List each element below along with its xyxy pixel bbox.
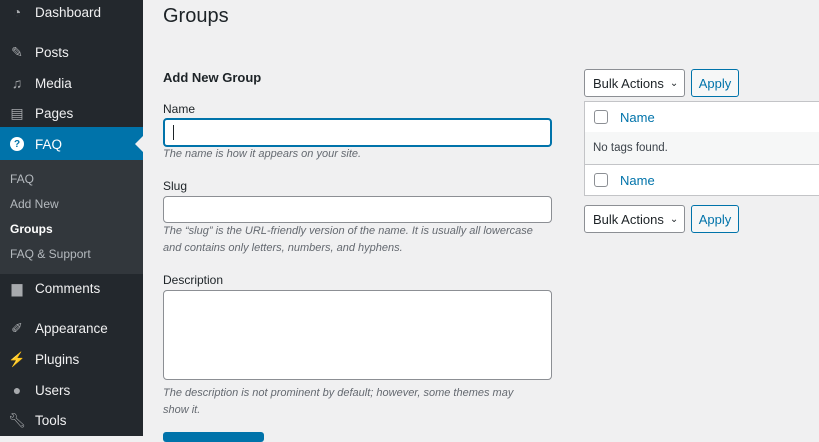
- submenu-faq[interactable]: FAQ: [10, 172, 34, 186]
- menu-pages[interactable]: ▤ Pages: [0, 96, 143, 130]
- bulk-actions-select-top[interactable]: Bulk Actions ⌄: [584, 69, 685, 97]
- menu-faq[interactable]: ? FAQ: [0, 127, 143, 161]
- apply-button-bottom[interactable]: Apply: [691, 205, 739, 233]
- empty-row: No tags found.: [584, 132, 819, 165]
- name-column-header[interactable]: Name: [620, 110, 655, 125]
- menu-media[interactable]: ♫ Media: [0, 66, 143, 100]
- menu-tools[interactable]: 🔧︎ Tools: [0, 403, 143, 437]
- menu-plugins[interactable]: ⚡ Plugins: [0, 342, 143, 376]
- submenu-faq-support[interactable]: FAQ & Support: [10, 247, 91, 261]
- table-header-row: Name: [584, 101, 819, 133]
- chevron-down-icon: ⌄: [669, 77, 679, 89]
- brush-icon: ✐: [11, 319, 23, 336]
- menu-users[interactable]: ● Users: [0, 373, 143, 407]
- submenu-groups[interactable]: Groups: [10, 222, 53, 236]
- add-new-group-button[interactable]: [163, 432, 264, 442]
- menu-dashboard[interactable]: ◔ Dashboard: [0, 0, 143, 29]
- dashboard-icon: ◔: [12, 4, 22, 20]
- text-cursor: [173, 125, 174, 140]
- name-help: The name is how it appears on your site.: [163, 148, 362, 160]
- apply-button-top[interactable]: Apply: [691, 69, 739, 97]
- name-column-footer[interactable]: Name: [620, 173, 655, 188]
- user-icon: ●: [12, 382, 22, 398]
- help-icon: ?: [9, 136, 25, 152]
- chevron-down-icon: ⌄: [669, 213, 679, 225]
- select-all-checkbox[interactable]: [594, 110, 608, 124]
- submenu-add-new[interactable]: Add New: [10, 197, 59, 211]
- select-all-checkbox-footer[interactable]: [594, 173, 608, 187]
- description-textarea[interactable]: [163, 290, 552, 380]
- media-icon: ♫: [11, 75, 23, 91]
- pages-icon: ▤: [10, 104, 24, 121]
- slug-label: Slug: [163, 179, 188, 193]
- menu-comments[interactable]: ▆ Comments: [0, 271, 143, 305]
- form-heading: Add New Group: [163, 70, 262, 85]
- wrench-icon: 🔧︎: [8, 411, 26, 428]
- description-help: The description is not prominent by defa…: [163, 387, 514, 416]
- slug-help: The “slug” is the URL-friendly version o…: [163, 225, 533, 254]
- page-title: Groups: [163, 5, 229, 27]
- name-input[interactable]: [163, 118, 552, 147]
- table-footer-row: Name: [584, 164, 819, 196]
- pin-icon: ✎: [11, 43, 23, 60]
- comment-icon: ▆: [11, 279, 23, 296]
- plugin-icon: ⚡: [8, 350, 26, 367]
- description-label: Description: [163, 273, 224, 287]
- menu-appearance[interactable]: ✐ Appearance: [0, 311, 143, 345]
- menu-posts[interactable]: ✎ Posts: [0, 35, 143, 69]
- name-label: Name: [163, 102, 196, 116]
- slug-input[interactable]: [163, 196, 552, 223]
- admin-sidebar: ◔ Dashboard ✎ Posts ♫ Media ▤ Pages ? FAQ FAQ…: [0, 0, 143, 436]
- faq-submenu: FAQ Add New Groups FAQ & Support: [0, 160, 143, 274]
- bulk-actions-select-bottom[interactable]: Bulk Actions ⌄: [584, 205, 685, 233]
